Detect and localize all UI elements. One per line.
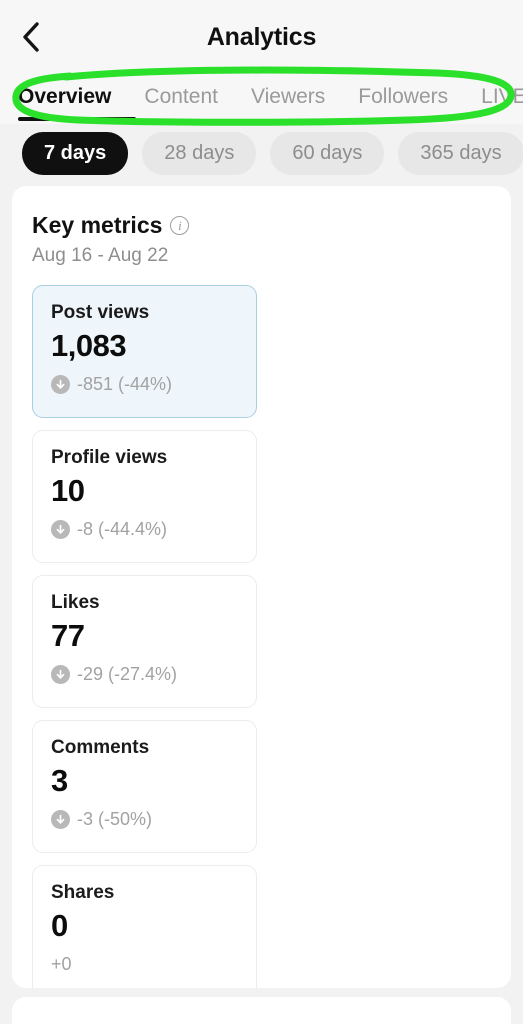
metrics-grid: Post views 1,083 -851 (-44%) Profile vie…	[32, 285, 491, 988]
info-icon[interactable]: i	[170, 216, 190, 235]
metric-card-profile-views[interactable]: Profile views 10 -8 (-44.4%)	[32, 430, 257, 563]
metric-delta-text: +0	[51, 954, 72, 974]
metric-label: Profile views	[51, 447, 168, 468]
metric-label: Shares	[51, 882, 115, 903]
metric-value: 3	[51, 763, 68, 798]
key-metrics-card: Key metrics i Aug 16 - Aug 22 Post views…	[12, 186, 511, 988]
arrow-down-icon	[51, 810, 70, 829]
metric-label: Post views	[51, 302, 150, 323]
chip-60-days[interactable]: 60 days	[270, 131, 385, 175]
metric-card-post-views[interactable]: Post views 1,083 -851 (-44%)	[32, 285, 257, 418]
tab-live[interactable]: LIVE	[481, 85, 523, 111]
metric-delta-text: -851 (-44%)	[77, 374, 173, 394]
metric-delta-text: -29 (-27.4%)	[77, 664, 178, 684]
metric-value: 10	[51, 473, 85, 508]
chip-7-days[interactable]: 7 days	[22, 131, 129, 175]
metric-delta: -29 (-27.4%)	[51, 664, 238, 685]
date-range-chips: 7 days 28 days 60 days 365 days Cus	[0, 124, 523, 186]
chip-365-days[interactable]: 365 days	[398, 131, 523, 175]
metric-delta: -3 (-50%)	[51, 809, 238, 830]
page-section-title: Key metrics	[32, 212, 163, 238]
metric-delta: +0	[51, 954, 238, 975]
arrow-down-icon	[51, 665, 70, 684]
metric-label: Comments	[51, 737, 150, 758]
page-title: Analytics	[206, 23, 317, 51]
metric-delta: -851 (-44%)	[51, 374, 238, 395]
metric-label: Likes	[51, 592, 100, 613]
tab-viewers[interactable]: Viewers	[251, 85, 325, 111]
key-metrics-header: Key metrics i	[32, 212, 491, 239]
tab-followers[interactable]: Followers	[358, 85, 448, 111]
active-tab-indicator	[18, 117, 136, 121]
arrow-down-icon	[51, 375, 70, 394]
metric-value: 0	[51, 908, 68, 943]
date-range-label: Aug 16 - Aug 22	[32, 245, 169, 266]
metric-value: 1,083	[51, 328, 127, 363]
metric-card-comments[interactable]: Comments 3 -3 (-50%)	[32, 720, 257, 853]
tab-bar: Overview Content Viewers Followers LIVE	[0, 72, 523, 124]
tab-content[interactable]: Content	[144, 85, 218, 111]
arrow-down-icon	[51, 520, 70, 539]
app-header: Analytics	[0, 0, 523, 72]
metric-delta-text: -3 (-50%)	[77, 809, 153, 829]
tab-overview[interactable]: Overview	[18, 85, 111, 111]
chip-28-days[interactable]: 28 days	[142, 131, 257, 175]
next-section-card	[12, 997, 511, 1024]
metric-card-likes[interactable]: Likes 77 -29 (-27.4%)	[32, 575, 257, 708]
metric-delta-text: -8 (-44.4%)	[77, 519, 168, 539]
metric-value: 77	[51, 618, 85, 653]
metric-card-shares[interactable]: Shares 0 +0	[32, 865, 257, 988]
metric-delta: -8 (-44.4%)	[51, 519, 238, 540]
